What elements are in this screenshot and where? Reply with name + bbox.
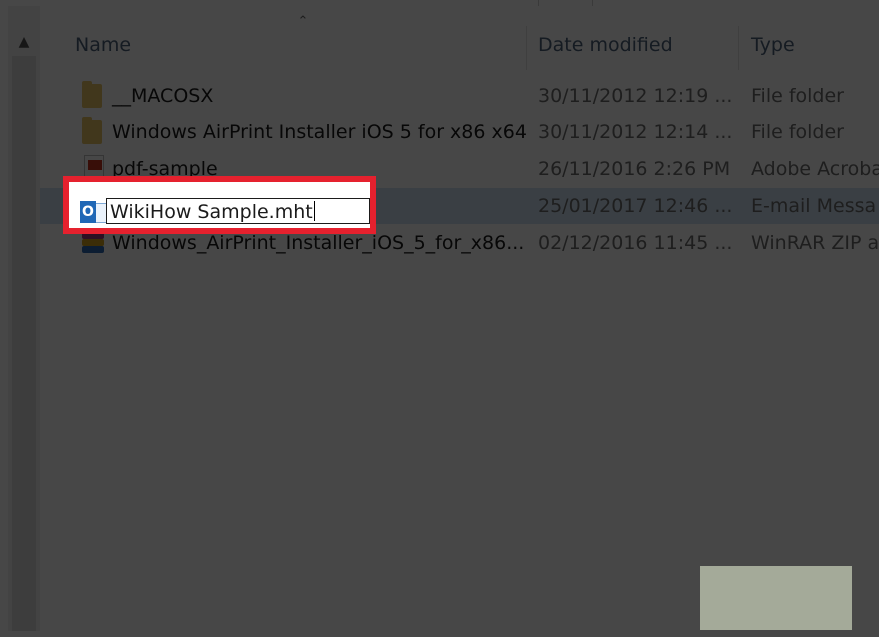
- rename-input-value: WikiHow Sample.mht: [110, 201, 313, 223]
- file-row[interactable]: Windows AirPrint Installer iOS 5 for x86…: [40, 114, 879, 150]
- file-name: Windows AirPrint Installer iOS 5 for x86…: [112, 121, 527, 143]
- chevron-up-icon[interactable]: ▲: [8, 32, 40, 52]
- folder-icon: [78, 81, 106, 110]
- highlight-content: O WikiHow Sample.mht: [69, 182, 370, 228]
- text-caret: [313, 201, 315, 221]
- file-type: E-mail Messa: [751, 195, 877, 217]
- screenshot-frame: ▲ ⌃ Name Date modified Type __MACOSX 30/…: [0, 0, 879, 637]
- file-type: File folder: [751, 85, 844, 107]
- outlook-message-icon: O: [78, 198, 108, 226]
- vertical-scrollbar[interactable]: ▲: [8, 6, 40, 631]
- column-header-type[interactable]: Type: [751, 20, 795, 70]
- file-date-modified: 30/11/2012 12:19 ...: [538, 85, 733, 107]
- file-type: File folder: [751, 121, 844, 143]
- scrollbar-track[interactable]: [12, 56, 36, 631]
- watermark-patch: [700, 566, 852, 630]
- file-date-modified: 25/01/2017 12:46 ...: [538, 195, 733, 217]
- file-explorer-window: ▲ ⌃ Name Date modified Type __MACOSX 30/…: [8, 0, 879, 631]
- column-divider[interactable]: [738, 26, 739, 70]
- file-date-modified: 26/11/2016 2:26 PM: [538, 158, 731, 180]
- file-row-highlighted[interactable]: O WikiHow Sample.mht: [69, 194, 370, 228]
- file-row[interactable]: __MACOSX 30/11/2012 12:19 ... File folde…: [40, 78, 879, 114]
- sort-ascending-icon: ⌃: [297, 14, 309, 29]
- column-divider[interactable]: [526, 26, 527, 70]
- folder-icon: [78, 117, 106, 146]
- file-type: WinRAR ZIP a: [751, 232, 879, 254]
- file-name: __MACOSX: [112, 85, 214, 107]
- file-date-modified: 30/11/2012 12:14 ...: [538, 121, 733, 143]
- file-date-modified: 02/12/2016 11:45 ...: [538, 232, 733, 254]
- file-type: Adobe Acroba: [751, 158, 879, 180]
- column-header-date-modified[interactable]: Date modified: [538, 20, 673, 70]
- highlight-callout: O WikiHow Sample.mht: [63, 176, 376, 234]
- rename-input[interactable]: WikiHow Sample.mht: [106, 198, 370, 224]
- column-header-name[interactable]: Name: [75, 20, 131, 70]
- file-list: ⌃ Name Date modified Type __MACOSX 30/11…: [40, 6, 879, 631]
- column-header-row: ⌃ Name Date modified Type: [40, 14, 879, 70]
